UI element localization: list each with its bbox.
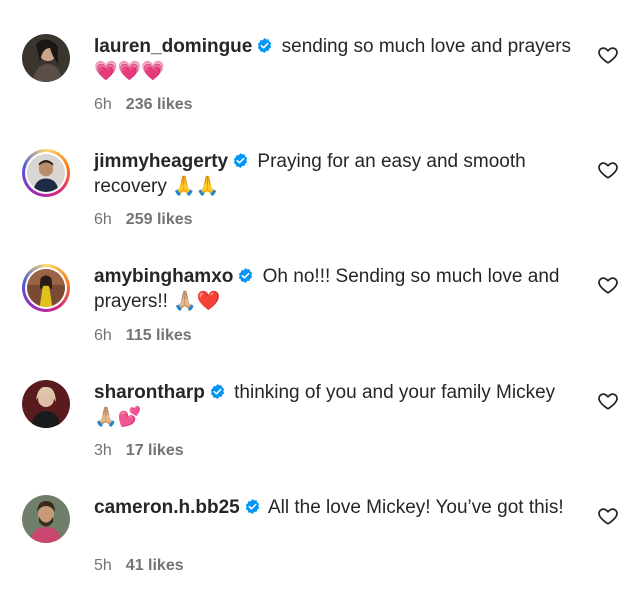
comment-username[interactable]: amybinghamxo bbox=[94, 266, 233, 287]
comment-username[interactable]: cameron.h.bb25 bbox=[94, 497, 240, 518]
comment-item: sharontharp thinking of you and your fam… bbox=[0, 380, 634, 495]
comment-time[interactable]: 6h bbox=[94, 96, 112, 113]
avatar[interactable] bbox=[22, 495, 70, 543]
comment-body: amybinghamxo Oh no!!! Sending so much lo… bbox=[94, 264, 572, 314]
comment-likes-count[interactable]: 259 likes bbox=[126, 211, 193, 228]
comment-emoji: 💗💗💗 bbox=[94, 61, 165, 82]
comment-username[interactable]: jimmyheagerty bbox=[94, 151, 228, 172]
comment-likes-count[interactable]: 41 likes bbox=[126, 557, 184, 574]
avatar[interactable] bbox=[22, 34, 70, 82]
comment-body: lauren_domingue sending so much love and… bbox=[94, 34, 572, 84]
comment-meta: 6h 115 likes bbox=[94, 326, 192, 346]
comment-body: jimmyheagerty Praying for an easy and sm… bbox=[94, 149, 572, 199]
comment-meta: 6h 259 likes bbox=[94, 210, 193, 230]
comment-body: cameron.h.bb25 All the love Mickey! You’… bbox=[94, 495, 572, 520]
heart-outline-icon[interactable] bbox=[597, 159, 619, 181]
verified-badge-icon bbox=[234, 153, 248, 168]
avatar-photo bbox=[22, 495, 70, 543]
heart-outline-icon[interactable] bbox=[597, 505, 619, 527]
comment-username[interactable]: lauren_domingue bbox=[94, 36, 252, 57]
comment-body: sharontharp thinking of you and your fam… bbox=[94, 380, 572, 430]
comment-text: sending so much love and prayers bbox=[276, 36, 572, 57]
comment-item: lauren_domingue sending so much love and… bbox=[0, 34, 634, 149]
comment-time[interactable]: 3h bbox=[94, 442, 112, 459]
heart-outline-icon[interactable] bbox=[597, 274, 619, 296]
comment-item: amybinghamxo Oh no!!! Sending so much lo… bbox=[0, 264, 634, 379]
comment-emoji: 🙏🏼💕 bbox=[94, 407, 142, 428]
avatar[interactable] bbox=[22, 264, 70, 312]
avatar-photo bbox=[27, 154, 65, 192]
verified-badge-icon bbox=[210, 384, 224, 399]
comment-likes-count[interactable]: 236 likes bbox=[126, 96, 193, 113]
comment-emoji: 🙏🏼❤️ bbox=[173, 291, 221, 312]
comment-time[interactable]: 6h bbox=[94, 211, 112, 228]
verified-badge-icon bbox=[258, 38, 272, 53]
comment-meta: 6h 236 likes bbox=[94, 95, 193, 115]
comment-meta: 3h 17 likes bbox=[94, 441, 184, 461]
comment-meta: 5h 41 likes bbox=[94, 556, 184, 576]
avatar[interactable] bbox=[22, 380, 70, 428]
heart-outline-icon[interactable] bbox=[597, 44, 619, 66]
comment-username[interactable]: sharontharp bbox=[94, 382, 205, 403]
verified-badge-icon bbox=[245, 499, 259, 514]
comment-time[interactable]: 5h bbox=[94, 557, 112, 574]
verified-badge-icon bbox=[239, 268, 253, 283]
comment-text: thinking of you and your family Mickey bbox=[228, 382, 556, 403]
avatar-photo bbox=[27, 269, 65, 307]
avatar-photo bbox=[22, 34, 70, 82]
comment-item: jimmyheagerty Praying for an easy and sm… bbox=[0, 149, 634, 264]
comment-likes-count[interactable]: 17 likes bbox=[126, 442, 184, 459]
heart-outline-icon[interactable] bbox=[597, 390, 619, 412]
comment-time[interactable]: 6h bbox=[94, 327, 112, 344]
comment-text: All the love Mickey! You’ve got this! bbox=[263, 497, 564, 518]
comment-emoji: 🙏🙏 bbox=[172, 176, 220, 197]
comment-likes-count[interactable]: 115 likes bbox=[126, 327, 192, 344]
avatar-photo bbox=[22, 380, 70, 428]
avatar[interactable] bbox=[22, 149, 70, 197]
